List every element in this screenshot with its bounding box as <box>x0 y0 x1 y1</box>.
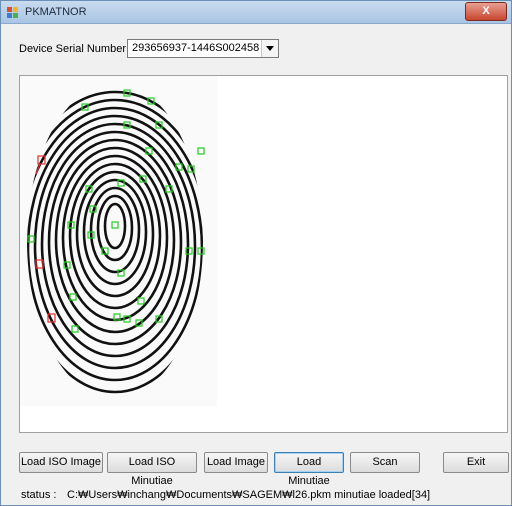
app-window: PKMATNOR X Device Serial Number : 293656… <box>0 0 512 506</box>
load-iso-minutiae-button[interactable]: Load ISO Minutiae <box>107 452 197 487</box>
device-serial-label: Device Serial Number : <box>19 43 133 55</box>
scan-button[interactable]: Scan <box>350 452 420 473</box>
fingerprint-canvas <box>19 75 508 433</box>
load-iso-image-button[interactable]: Load ISO Image <box>19 452 103 473</box>
load-minutiae-button[interactable]: Load Minutiae <box>274 452 344 487</box>
close-icon: X <box>482 5 490 17</box>
status-label: status : <box>21 489 57 501</box>
chevron-down-icon[interactable] <box>261 40 278 57</box>
window-title: PKMATNOR <box>25 6 87 18</box>
fingerprint-app-icon <box>7 7 18 18</box>
device-serial-dropdown[interactable]: 293656937-1446S002458 <box>127 39 279 58</box>
exit-button[interactable]: Exit <box>443 452 509 473</box>
fingerprint-image <box>20 76 217 406</box>
close-button[interactable]: X <box>465 2 507 21</box>
load-image-button[interactable]: Load Image <box>204 452 268 473</box>
status-text: C:₩Users₩inchang₩Documents₩SAGEM₩l26.pkm… <box>67 489 431 501</box>
device-serial-value: 293656937-1446S002458 <box>132 42 260 54</box>
title-bar[interactable]: PKMATNOR X <box>1 1 511 24</box>
